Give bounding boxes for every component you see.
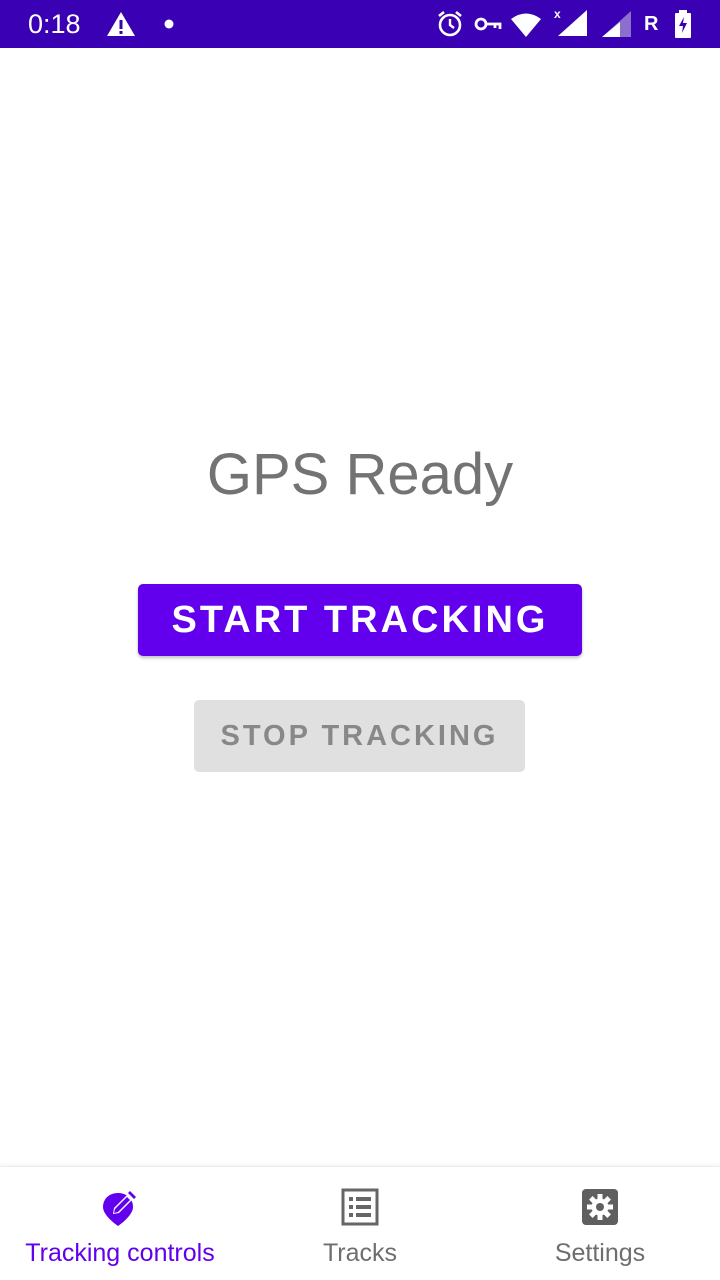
gps-status-text: GPS Ready <box>206 442 514 507</box>
start-tracking-button[interactable]: START TRACKING <box>138 584 582 656</box>
gear-icon <box>580 1187 620 1227</box>
app-screen: 0:18 x R GPS Ready START TRACKING STOP T… <box>0 0 720 1280</box>
warning-icon <box>106 10 136 38</box>
status-time: 0:18 <box>28 9 81 39</box>
stop-tracking-button[interactable]: STOP TRACKING <box>194 700 525 772</box>
carrier-label: R <box>644 13 659 35</box>
status-bar: 0:18 x R <box>0 0 720 48</box>
nav-label-settings: Settings <box>554 1239 646 1267</box>
nav-settings[interactable]: Settings <box>480 1167 720 1280</box>
battery-charging-icon <box>674 10 692 38</box>
nav-label-tracking-controls: Tracking controls <box>25 1239 215 1267</box>
nav-tracking-controls[interactable]: Tracking controls <box>0 1167 240 1280</box>
list-icon <box>340 1187 380 1227</box>
vpn-key-icon <box>474 14 502 42</box>
nav-label-tracks: Tracks <box>322 1239 398 1267</box>
signal-icon <box>600 10 632 38</box>
bottom-navigation: Tracking controls Tracks Settings <box>0 1166 720 1280</box>
location-edit-icon <box>100 1187 140 1227</box>
dot-icon <box>163 18 175 46</box>
alarm-icon <box>436 10 464 38</box>
nav-tracks[interactable]: Tracks <box>240 1167 480 1280</box>
wifi-icon <box>510 12 542 40</box>
svg-text:x: x <box>554 8 561 21</box>
signal-icon: x <box>554 8 588 36</box>
